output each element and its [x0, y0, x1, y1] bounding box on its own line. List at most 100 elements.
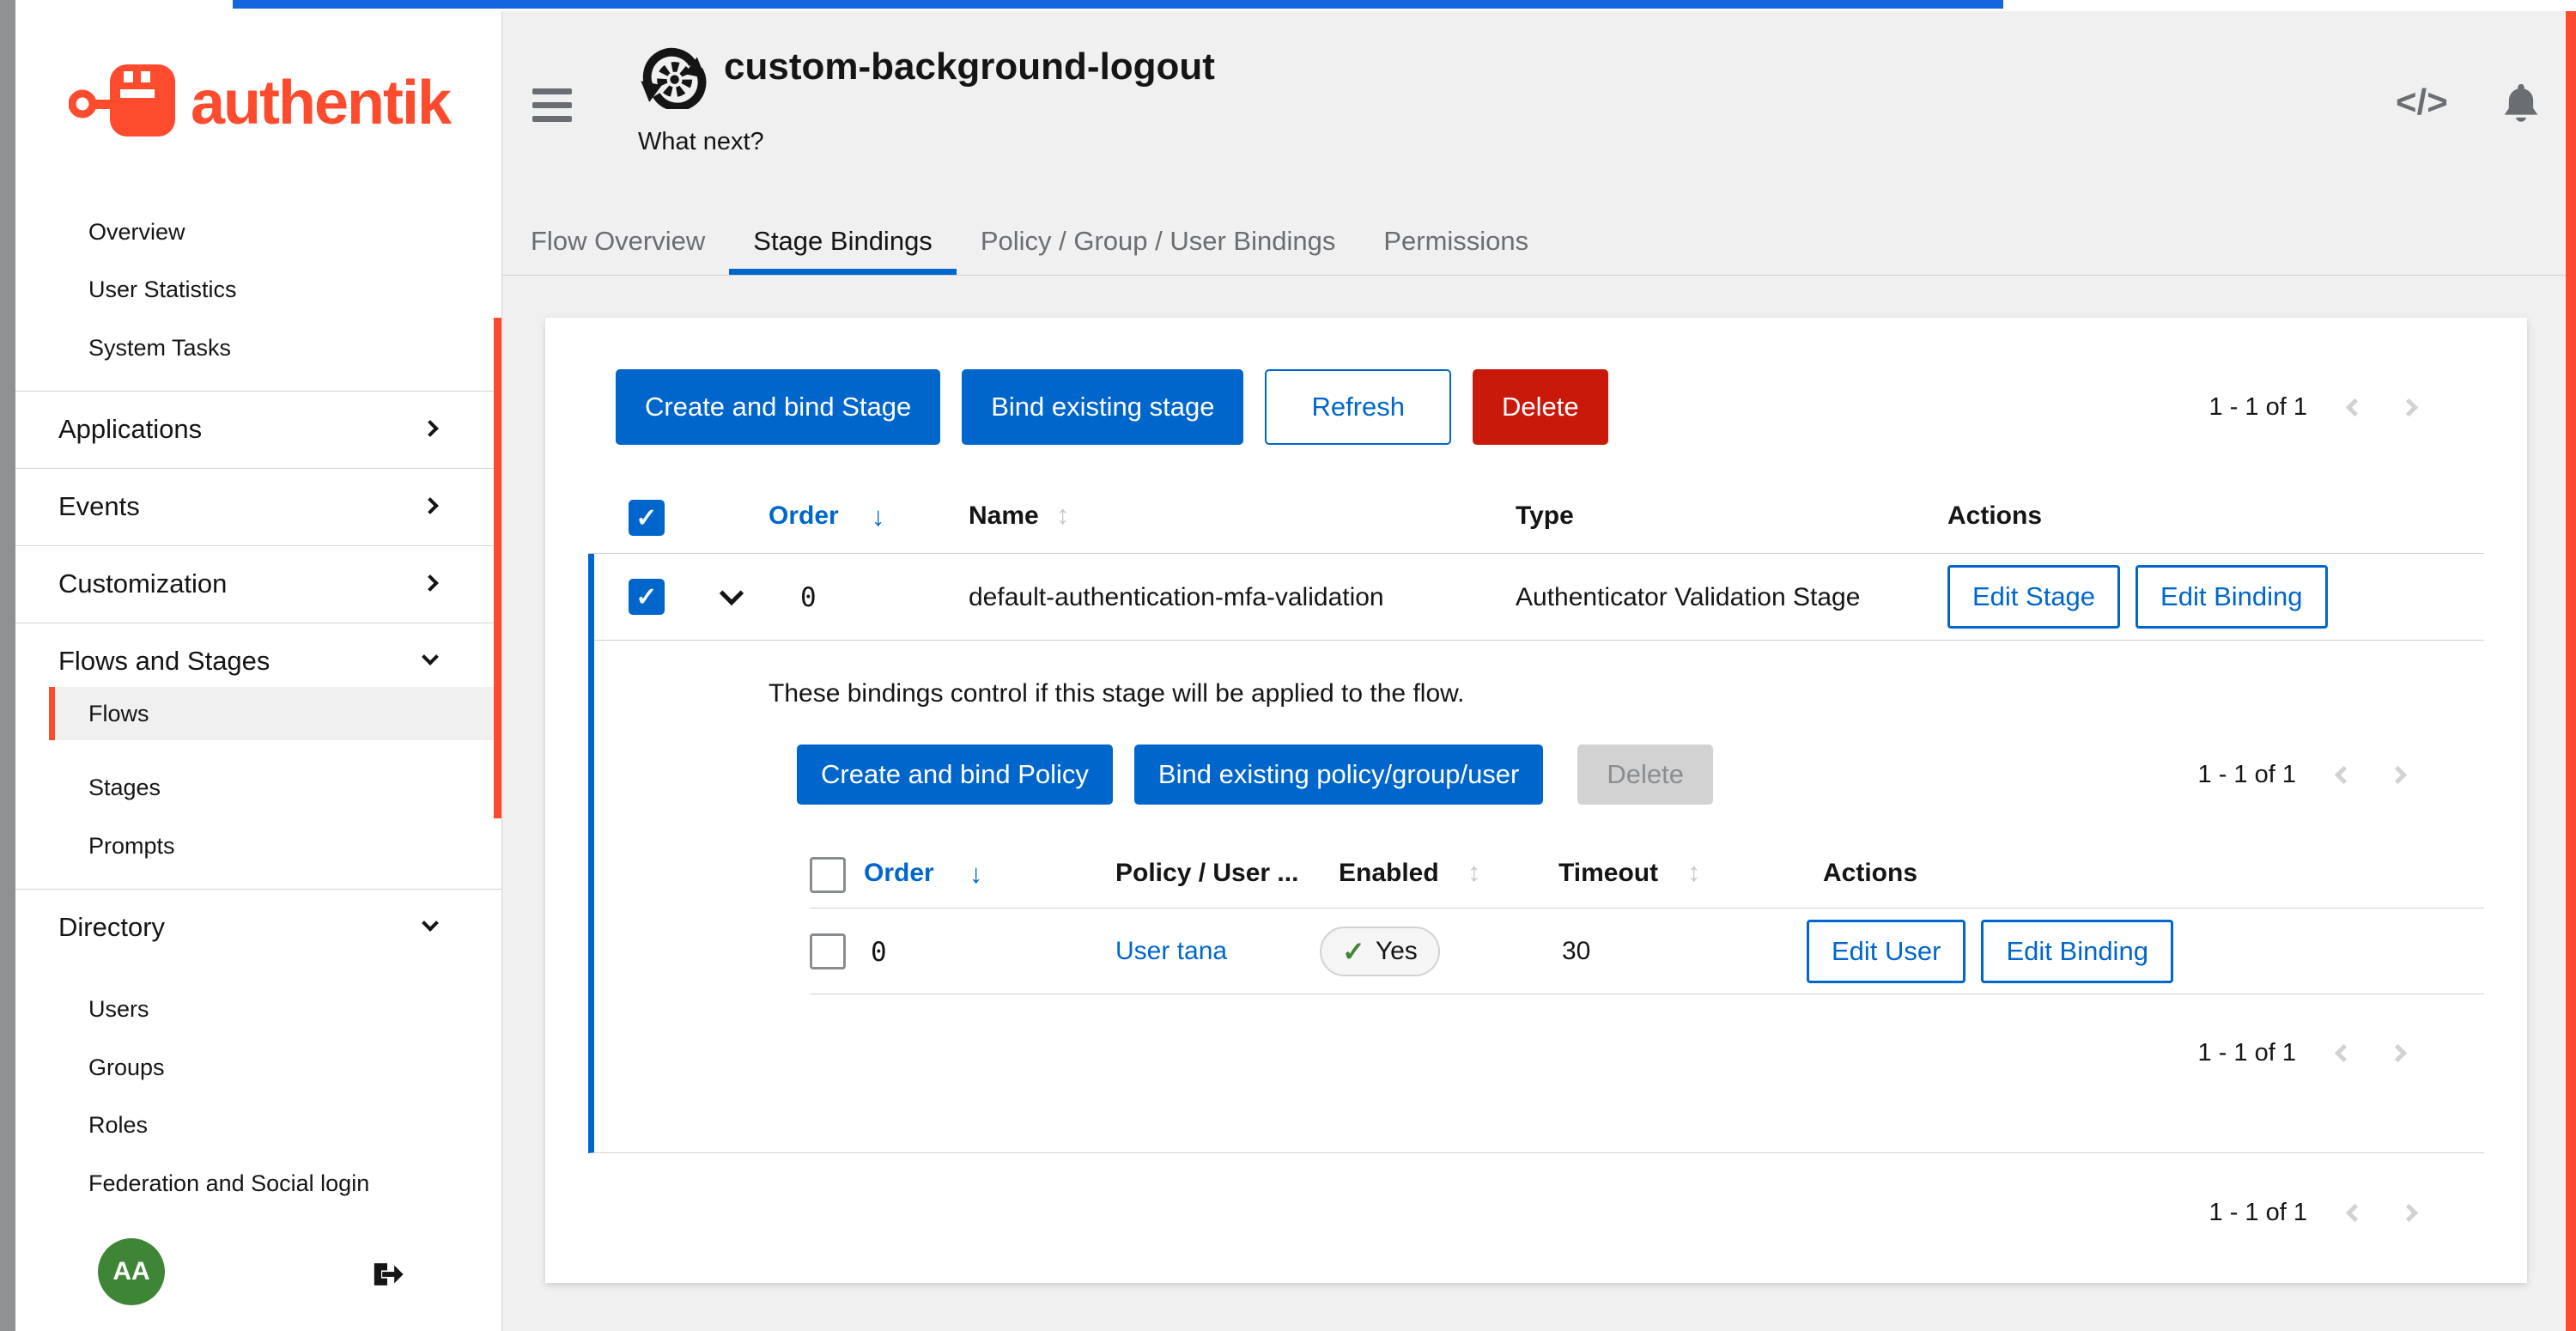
tab-flow-overview[interactable]: Flow Overview [531, 213, 729, 275]
edit-stage-button[interactable]: Edit Stage [1947, 565, 2120, 629]
sidebar-item-overview[interactable]: Overview [88, 206, 185, 258]
enabled-badge: ✓ Yes [1320, 927, 1440, 976]
sidebar-item-federation[interactable]: Federation and Social login [88, 1158, 369, 1209]
progress-bar [233, 0, 2003, 9]
divider [15, 468, 501, 469]
policy-pagination-top: 1 - 1 of 1 [2198, 745, 2404, 805]
stage-row-actions: Edit Stage Edit Binding [1947, 565, 2328, 629]
pagination-prev-icon[interactable] [2346, 398, 2364, 416]
pagination-prev-icon[interactable] [2335, 765, 2353, 783]
sidebar-group-events[interactable]: Events [58, 481, 471, 532]
tab-policy-group-user-bindings[interactable]: Policy / Group / User Bindings [957, 213, 1360, 275]
right-accent-strip [2566, 11, 2576, 1331]
sidebar-group-customization[interactable]: Customization [58, 558, 471, 610]
select-all-checkbox[interactable]: ✓ [629, 500, 665, 536]
sidebar-item-users[interactable]: Users [88, 983, 149, 1035]
policy-pagination-bottom: 1 - 1 of 1 [2198, 1023, 2404, 1083]
sidebar-item-system-tasks[interactable]: System Tasks [88, 322, 231, 374]
sidebar-item-flows[interactable]: Flows [49, 687, 495, 740]
chevron-right-icon [422, 497, 439, 514]
sort-icon[interactable]: ↕ [1467, 857, 1481, 888]
sidebar-item-groups[interactable]: Groups [88, 1042, 165, 1093]
tab-permissions[interactable]: Permissions [1359, 213, 1552, 275]
policy-table: Order ↓ Policy / User ... Enabled ↕ Time… [810, 842, 2484, 994]
column-timeout[interactable]: Timeout [1558, 859, 1658, 888]
sidebar-item-roles[interactable]: Roles [88, 1099, 148, 1151]
stage-toolbar: Create and bind Stage Bind existing stag… [616, 369, 1608, 445]
policy-user-link[interactable]: User tana [1115, 937, 1227, 966]
sidebar-scrollbar[interactable] [494, 318, 501, 818]
sidebar-group-flows-and-stages[interactable]: Flows and Stages [58, 635, 471, 687]
content-area: Create and bind Stage Bind existing stag… [502, 276, 2566, 1331]
sort-icon[interactable]: ↕ [1056, 500, 1070, 531]
bindings-description: These bindings control if this stage wil… [769, 679, 1464, 708]
column-type: Type [1516, 501, 1574, 531]
stage-table-row: ✓ 0 default-authentication-mfa-validatio… [594, 554, 2484, 641]
logout-icon[interactable] [369, 1256, 405, 1297]
stage-pagination-bottom: 1 - 1 of 1 [2209, 1176, 2415, 1249]
pagination-label: 1 - 1 of 1 [2209, 393, 2307, 422]
policy-row-actions: Edit User Edit Binding [1807, 920, 2173, 983]
divider [15, 545, 501, 546]
row-checkbox[interactable]: ✓ [629, 579, 665, 615]
authentik-key-icon [69, 61, 179, 144]
notifications-bell-icon[interactable] [2499, 80, 2543, 132]
policy-delete-button-disabled[interactable]: Delete [1577, 745, 1713, 805]
avatar[interactable]: AA [98, 1238, 165, 1305]
stage-row-expanded-wrapper: ✓ 0 default-authentication-mfa-validatio… [588, 554, 2484, 1153]
hamburger-menu-icon[interactable] [532, 88, 572, 130]
timeout-cell: 30 [1562, 937, 1590, 966]
policy-table-header: Order ↓ Policy / User ... Enabled ↕ Time… [810, 842, 2484, 909]
edit-binding-button[interactable]: Edit Binding [2136, 565, 2327, 629]
authentik-wordmark: authentik [191, 68, 450, 138]
policy-order-cell: 0 [871, 937, 887, 968]
check-icon: ✓ [1342, 935, 1365, 968]
stage-bindings-card: Create and bind Stage Bind existing stag… [545, 318, 2527, 1283]
column-name[interactable]: Name [969, 501, 1039, 531]
column-order[interactable]: Order [864, 859, 934, 888]
sort-descending-icon[interactable]: ↓ [872, 501, 885, 532]
column-actions: Actions [1947, 501, 2042, 531]
column-enabled[interactable]: Enabled [1339, 859, 1439, 888]
pagination-next-icon[interactable] [2400, 398, 2418, 416]
stage-order-cell: 0 [800, 582, 817, 613]
chevron-down-icon [422, 915, 439, 932]
bind-existing-stage-button[interactable]: Bind existing stage [962, 369, 1243, 445]
create-and-bind-policy-button[interactable]: Create and bind Policy [797, 745, 1113, 805]
api-code-icon[interactable]: </> [2396, 82, 2448, 123]
stage-name-cell: default-authentication-mfa-validation [969, 583, 1384, 612]
pagination-next-icon[interactable] [2389, 1043, 2407, 1061]
page-title: custom-background-logout [724, 46, 1215, 88]
pagination-label: 1 - 1 of 1 [2198, 1039, 2296, 1067]
divider [15, 391, 501, 392]
sidebar-group-applications[interactable]: Applications [58, 404, 471, 455]
sidebar-group-directory[interactable]: Directory [58, 902, 471, 953]
collapse-row-icon[interactable] [720, 581, 744, 605]
window-left-scrollbar[interactable] [0, 0, 15, 1331]
pagination-prev-icon[interactable] [2346, 1203, 2364, 1221]
refresh-button[interactable]: Refresh [1265, 369, 1451, 445]
chevron-down-icon [422, 648, 439, 666]
pagination-prev-icon[interactable] [2335, 1043, 2353, 1061]
sort-icon[interactable]: ↕ [1687, 857, 1701, 888]
pagination-label: 1 - 1 of 1 [2209, 1199, 2307, 1227]
pagination-next-icon[interactable] [2389, 765, 2407, 783]
sidebar-item-user-statistics[interactable]: User Statistics [88, 264, 237, 315]
tab-stage-bindings[interactable]: Stage Bindings [729, 213, 957, 275]
policy-toolbar: Create and bind Policy Bind existing pol… [797, 745, 1713, 805]
edit-binding-button[interactable]: Edit Binding [1981, 920, 2172, 983]
edit-user-button[interactable]: Edit User [1807, 920, 1965, 983]
bind-existing-policy-button[interactable]: Bind existing policy/group/user [1134, 745, 1543, 805]
column-order[interactable]: Order [769, 501, 839, 531]
create-and-bind-stage-button[interactable]: Create and bind Stage [616, 369, 940, 445]
policy-row-checkbox[interactable] [810, 933, 846, 969]
sidebar-item-stages[interactable]: Stages [88, 762, 161, 813]
sidebar: authentik Overview User Statistics Syste… [15, 11, 502, 1331]
main-area: custom-background-logout What next? </> … [502, 11, 2566, 1331]
delete-button[interactable]: Delete [1473, 369, 1608, 445]
stage-table-header: ✓ Order ↓ Name ↕ Type Actions [588, 481, 2484, 554]
pagination-next-icon[interactable] [2400, 1203, 2418, 1221]
policy-select-all-checkbox[interactable] [810, 857, 846, 893]
sidebar-item-prompts[interactable]: Prompts [88, 820, 175, 872]
sort-descending-icon[interactable]: ↓ [969, 859, 983, 890]
